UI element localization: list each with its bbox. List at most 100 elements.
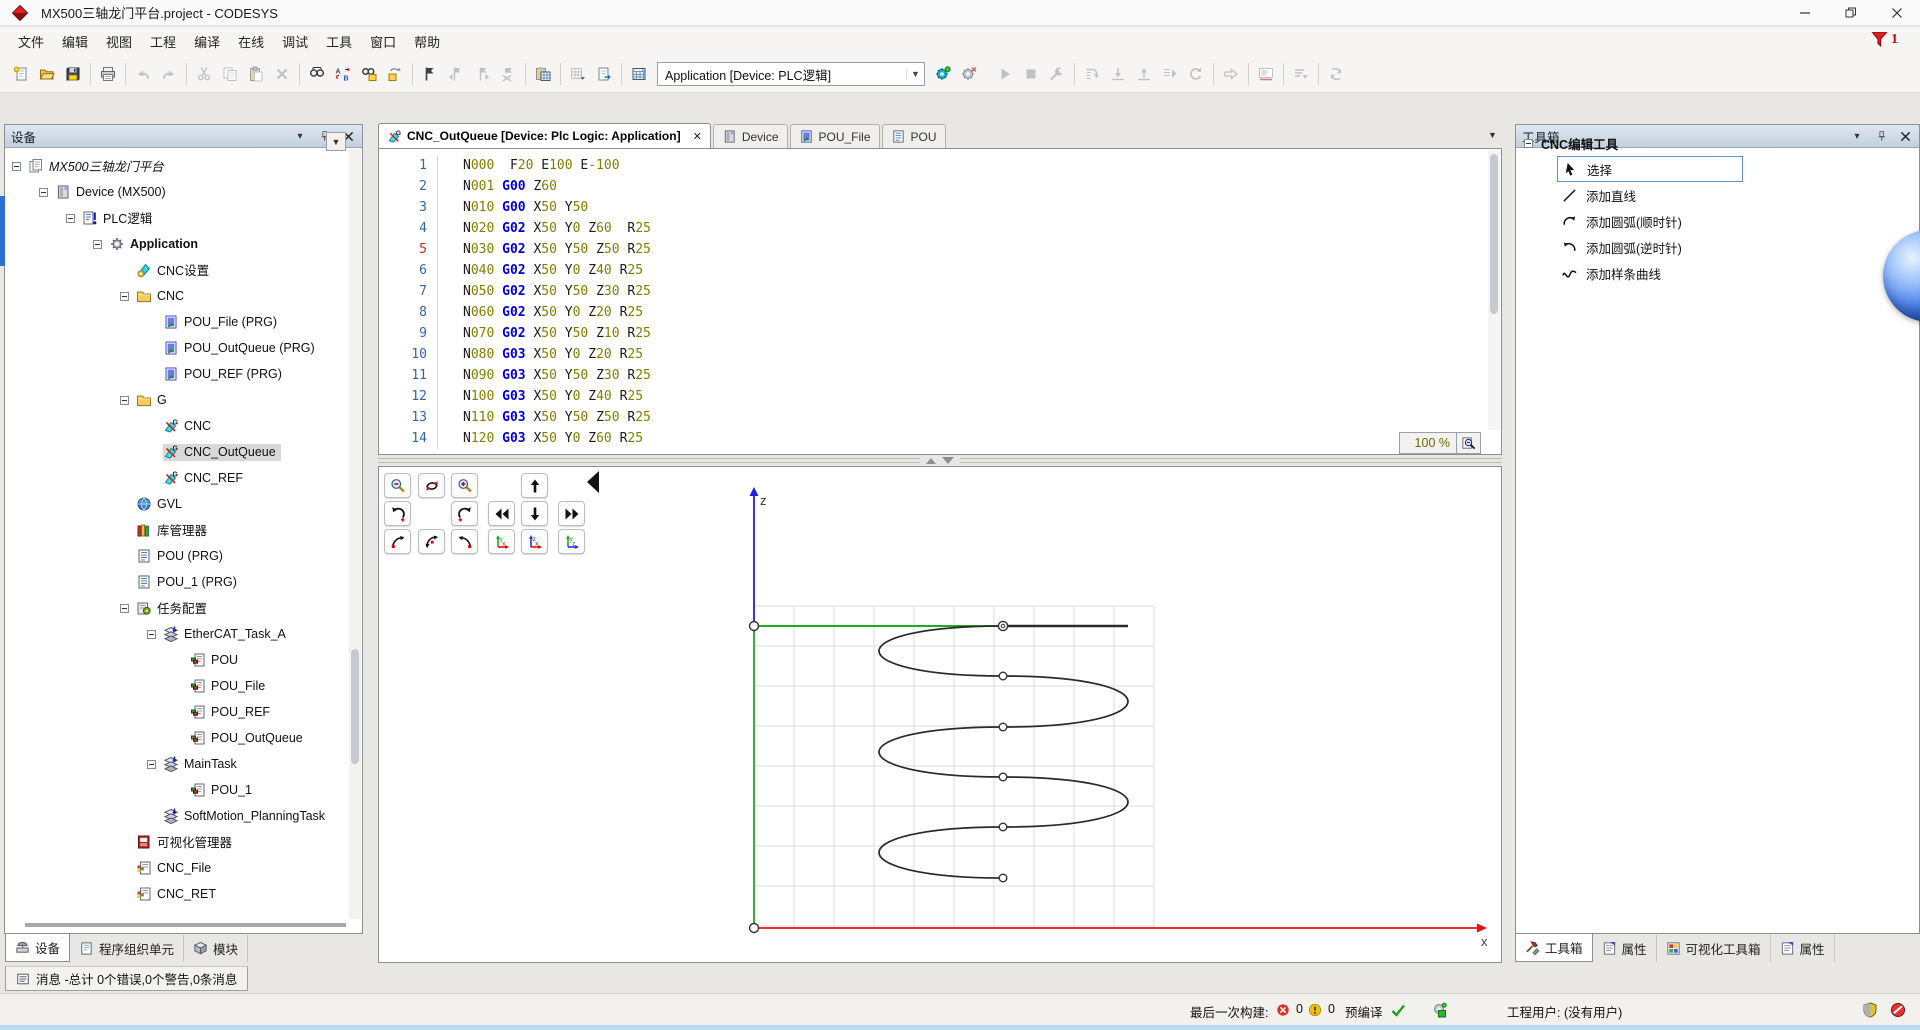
print-button[interactable] <box>95 61 121 87</box>
tree-item-SoftMotion_PlanningTask[interactable]: SoftMotion_PlanningTask <box>6 803 349 829</box>
tree-item-MX500三轴龙门平台[interactable]: MX500三轴龙门平台 <box>6 153 349 179</box>
close-icon[interactable] <box>1897 128 1913 144</box>
clear-bookmarks-button[interactable] <box>495 61 521 87</box>
menu-窗口[interactable]: 窗口 <box>361 27 405 56</box>
dock-tab-属性[interactable]: 属性 <box>1771 935 1835 962</box>
pin-icon[interactable] <box>1873 128 1889 144</box>
menu-帮助[interactable]: 帮助 <box>405 27 449 56</box>
tree-expander-icon[interactable] <box>120 292 136 301</box>
dock-tab-可视化工具箱[interactable]: 可视化工具箱 <box>1657 935 1771 962</box>
paste-table-button[interactable] <box>530 61 556 87</box>
toggle-bookmark-button[interactable] <box>417 61 443 87</box>
tree-item-PLC逻辑[interactable]: PLC逻辑 <box>6 205 349 231</box>
flow-control-button[interactable] <box>1253 61 1279 87</box>
code-line[interactable]: 6N040 G02 X50 Y0 Z40 R25 <box>379 260 1501 281</box>
copy-button[interactable] <box>217 61 243 87</box>
menu-工程[interactable]: 工程 <box>141 27 185 56</box>
tree-expander-icon[interactable] <box>93 240 109 249</box>
tree-item-CNC[interactable]: CNC <box>6 283 349 309</box>
view-rotate-button[interactable] <box>418 473 445 498</box>
navigator-tab-模块[interactable]: 模块 <box>184 935 248 962</box>
step-into-button[interactable] <box>1105 61 1131 87</box>
tree-item-POU_File (PRG)[interactable]: POU_File (PRG) <box>6 309 349 335</box>
tree-item-EtherCAT_Task_A[interactable]: EtherCAT_Task_A <box>6 621 349 647</box>
view-turn-ccw-button[interactable] <box>384 529 411 554</box>
tree-item-库管理器[interactable]: 库管理器 <box>6 517 349 543</box>
view-plane-xz-button[interactable]: zx <box>521 529 548 554</box>
tree-item-CNC_REF[interactable]: GCNC_REF <box>6 465 349 491</box>
replace-objects-button[interactable] <box>382 61 408 87</box>
find-button[interactable] <box>304 61 330 87</box>
cut-button[interactable] <box>191 61 217 87</box>
navigator-tab-程序组织单元[interactable]: 程序组织单元 <box>70 935 184 962</box>
tree-expander-icon[interactable] <box>66 214 82 223</box>
view-move-right-button[interactable] <box>558 501 585 526</box>
previous-bookmark-button[interactable] <box>443 61 469 87</box>
tree-item-POU_OutQueue[interactable]: POU_OutQueue <box>6 725 349 751</box>
tree-item-POU_1 (PRG)[interactable]: POU_1 (PRG) <box>6 569 349 595</box>
gateway-status-icon[interactable] <box>1432 1002 1448 1018</box>
menu-调试[interactable]: 调试 <box>273 27 317 56</box>
toolbox-item-添加样条曲线[interactable]: 添加样条曲线 <box>1557 260 1743 286</box>
next-bookmark-button[interactable] <box>469 61 495 87</box>
dock-tab-属性[interactable]: 属性 <box>1593 935 1657 962</box>
tree-item-CNC_RET[interactable]: CNC_RET <box>6 881 349 907</box>
delete-button[interactable] <box>269 61 295 87</box>
tree-expander-icon[interactable] <box>120 396 136 405</box>
collapse-icon[interactable] <box>1524 139 1533 148</box>
undo-button[interactable] <box>130 61 156 87</box>
replace-button[interactable]: AB <box>330 61 356 87</box>
start-button[interactable] <box>992 61 1018 87</box>
security-shield-icon[interactable] <box>1862 1002 1878 1018</box>
splitter-down-grip[interactable] <box>942 457 954 464</box>
save-button[interactable] <box>60 61 86 87</box>
tree-expander-icon[interactable] <box>147 760 163 769</box>
device-tree-root-dropdown[interactable]: ▼ <box>326 132 346 151</box>
sync-button[interactable] <box>1323 61 1349 87</box>
step-over-button[interactable] <box>1079 61 1105 87</box>
tree-item-POU_OutQueue (PRG)[interactable]: POU_OutQueue (PRG) <box>6 335 349 361</box>
tree-item-POU_1[interactable]: POU_1 <box>6 777 349 803</box>
menu-视图[interactable]: 视图 <box>97 27 141 56</box>
view-zoom-in-button[interactable] <box>451 473 478 498</box>
dock-tab-工具箱[interactable]: 工具箱 <box>1515 934 1593 962</box>
view-plane-yz-button[interactable]: yz <box>558 529 585 554</box>
menu-编辑[interactable]: 编辑 <box>53 27 97 56</box>
tree-item-任务配置[interactable]: 任务配置 <box>6 595 349 621</box>
tree-item-CNC_File[interactable]: CNC_File <box>6 855 349 881</box>
tree-item-CNC设置[interactable]: CNC设置 <box>6 257 349 283</box>
tree-item-G[interactable]: G <box>6 387 349 413</box>
tree-item-POU_REF (PRG)[interactable]: POU_REF (PRG) <box>6 361 349 387</box>
tree-item-Device (MX500)[interactable]: Device (MX500) <box>6 179 349 205</box>
device-tree-horizontal-scrollbar[interactable] <box>25 923 346 927</box>
close-button[interactable] <box>1874 0 1920 26</box>
tree-item-MainTask[interactable]: MainTask <box>6 751 349 777</box>
reset-button[interactable] <box>1183 61 1209 87</box>
new-page-button[interactable] <box>591 61 617 87</box>
toolbox-group-header[interactable]: CNC编辑工具 <box>1524 134 1618 153</box>
tree-expander-icon[interactable] <box>39 188 55 197</box>
toggle-breakpoint-button[interactable] <box>1044 61 1070 87</box>
view-move-left-button[interactable] <box>488 501 515 526</box>
tree-item-POU (PRG)[interactable]: POU (PRG) <box>6 543 349 569</box>
gcode-editor[interactable]: 1N000 F20 E100 E-1002N001 G00 Z603N010 G… <box>378 148 1502 455</box>
tree-item-可视化管理器[interactable]: 可视化管理器 <box>6 829 349 855</box>
tree-item-CNC_OutQueue[interactable]: GCNC_OutQueue <box>6 439 349 465</box>
splitter-up-grip[interactable] <box>926 458 936 464</box>
code-line[interactable]: 12N100 G03 X50 Y0 Z40 R25 <box>379 386 1501 407</box>
messages-tab[interactable]: 消息 -总计 0个错误,0个警告,0条消息 <box>5 966 248 991</box>
editor-splitter[interactable] <box>378 455 1502 466</box>
menu-工具[interactable]: 工具 <box>317 27 361 56</box>
code-line[interactable]: 2N001 G00 Z60 <box>379 176 1501 197</box>
view-zoom-out-button[interactable] <box>384 473 411 498</box>
tree-item-POU[interactable]: POU <box>6 647 349 673</box>
toolbox-item-添加圆弧(逆时针)[interactable]: 添加圆弧(逆时针) <box>1557 234 1743 260</box>
insert-table-button[interactable] <box>565 61 591 87</box>
code-line[interactable]: 13N110 G03 X50 Y50 Z50 R25 <box>379 407 1501 428</box>
editor-tab-POU[interactable]: POU <box>882 124 946 148</box>
close-tab-icon[interactable]: ✕ <box>693 130 702 143</box>
paste-button[interactable] <box>243 61 269 87</box>
toolbox-item-添加圆弧(顺时针)[interactable]: 添加圆弧(顺时针) <box>1557 208 1743 234</box>
restore-button[interactable] <box>1828 0 1874 26</box>
viewport-toolbar-collapse-icon[interactable] <box>587 471 599 493</box>
